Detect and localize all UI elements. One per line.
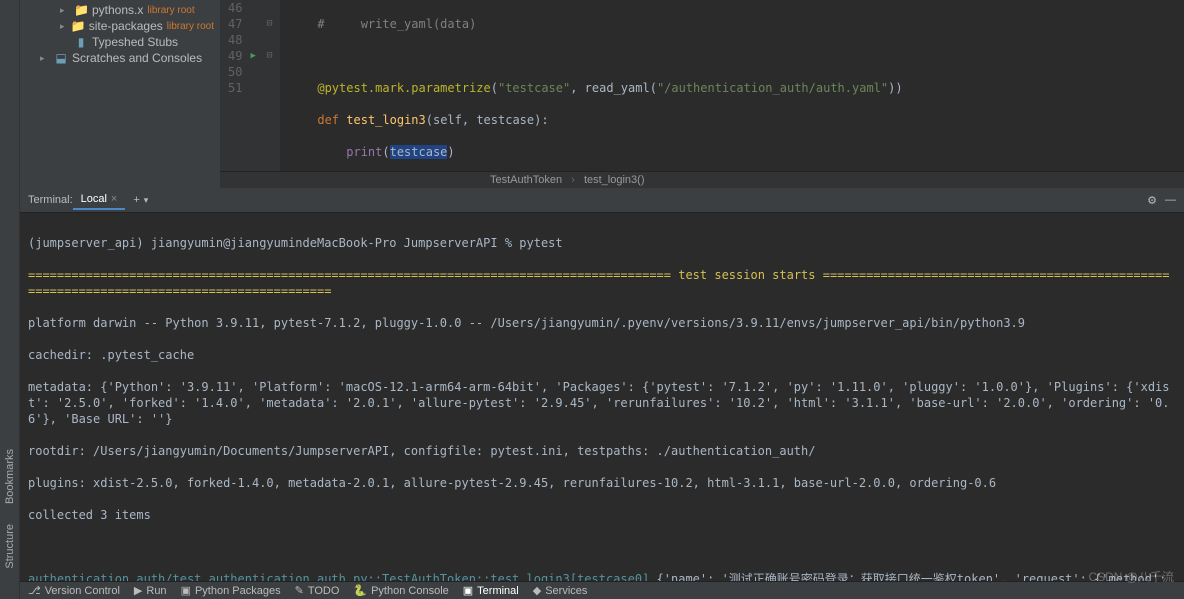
play-icon: ▶	[134, 584, 142, 597]
terminal-dropdown-icon[interactable]: ▾	[144, 195, 149, 206]
terminal-label: Terminal:	[28, 194, 73, 206]
run-tool-button[interactable]: ▶Run	[134, 584, 167, 597]
watermark: CSDN @八千流	[1088, 568, 1174, 585]
bookmarks-tool-button[interactable]: Bookmarks	[4, 449, 16, 504]
services-tool-button[interactable]: ◆Services	[533, 584, 588, 597]
vcs-tool-button[interactable]: ⎇Version Control	[28, 584, 120, 597]
todo-tool-button[interactable]: ✎TODO	[295, 584, 340, 597]
terminal-output[interactable]: (jumpserver_api) jiangyumin@jiangyuminde…	[20, 213, 1184, 581]
breadcrumb-class[interactable]: TestAuthToken	[490, 174, 562, 186]
breadcrumb-function[interactable]: test_login3()	[584, 174, 645, 186]
services-icon: ◆	[533, 584, 541, 597]
python-console-tool-button[interactable]: 🐍Python Console	[353, 584, 448, 597]
line-number-gutter: 46 47 48 49 50 51	[220, 0, 250, 171]
terminal-tab-bar: Terminal: Local× + ▾ ⚙ —	[20, 188, 1184, 213]
run-test-icon[interactable]: ▶	[250, 48, 266, 64]
fold-gutter[interactable]: ⊟ ⊟	[266, 0, 280, 171]
tool-window-left-stripe: Bookmarks Structure	[0, 0, 20, 599]
run-gutter[interactable]: ▶	[250, 0, 266, 171]
tree-item-label: site-packages	[89, 19, 163, 33]
code-content[interactable]: # write_yaml(data) @pytest.mark.parametr…	[280, 0, 1184, 171]
python-packages-tool-button[interactable]: ▣Python Packages	[181, 584, 281, 597]
terminal-tab-local[interactable]: Local×	[73, 190, 126, 210]
code-editor[interactable]: 46 47 48 49 50 51 ▶ ⊟ ⊟ # write_yaml(dat…	[220, 0, 1184, 188]
terminal-tool-button[interactable]: ▣Terminal	[463, 584, 519, 597]
gear-icon[interactable]: ⚙	[1147, 194, 1157, 207]
terminal-panel: Terminal: Local× + ▾ ⚙ — (jumpserver_api…	[20, 188, 1184, 581]
branch-icon: ⎇	[28, 584, 41, 597]
tree-item-label: pythons.x	[92, 3, 143, 17]
tree-item-label: Typeshed Stubs	[92, 35, 178, 49]
console-icon: 🐍	[353, 584, 367, 597]
new-terminal-button[interactable]: +	[133, 194, 139, 206]
structure-tool-button[interactable]: Structure	[4, 524, 16, 569]
todo-icon: ✎	[295, 584, 304, 597]
tree-item-label: Scratches and Consoles	[72, 51, 202, 65]
terminal-icon: ▣	[463, 584, 473, 597]
close-icon[interactable]: ×	[111, 193, 117, 205]
bottom-tool-bar: ⎇Version Control ▶Run ▣Python Packages ✎…	[20, 581, 1184, 599]
project-tree[interactable]: ▸📁pythons.x library root ▸📁site-packages…	[20, 0, 220, 188]
hide-icon[interactable]: —	[1165, 194, 1176, 207]
package-icon: ▣	[181, 584, 191, 597]
breadcrumb-bar[interactable]: TestAuthToken › test_login3()	[220, 171, 1184, 188]
